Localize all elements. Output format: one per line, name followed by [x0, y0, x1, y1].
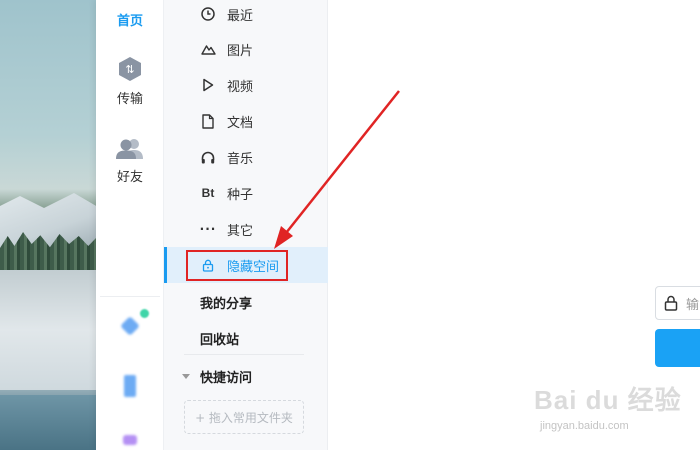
- category-others-label: 其它: [227, 223, 254, 239]
- sidebar-divider: [184, 354, 304, 355]
- password-placeholder: 输: [686, 297, 700, 313]
- category-videos[interactable]: 视频: [164, 67, 328, 103]
- nav-home[interactable]: 首页: [96, 10, 164, 29]
- app-launcher: [100, 296, 160, 450]
- nav-home-label: 首页: [116, 14, 143, 29]
- my-share-link[interactable]: 我的分享: [200, 293, 252, 312]
- nav-transfer-label: 传输: [116, 92, 143, 107]
- clock-icon: [200, 6, 216, 22]
- category-music-label: 音乐: [227, 151, 254, 167]
- nav-transfer[interactable]: ⇅ 传输: [96, 56, 164, 107]
- category-torrents[interactable]: Bt 种子: [164, 175, 328, 211]
- nav-friends-label: 好友: [116, 170, 143, 185]
- mountain-icon: [200, 41, 216, 57]
- recycle-bin-link[interactable]: 回收站: [200, 329, 239, 348]
- transfer-icon-glyph: ⇅: [125, 63, 134, 76]
- cloud-app-icon: [121, 317, 139, 335]
- category-documents-label: 文档: [227, 115, 254, 131]
- quick-access-toggle[interactable]: 快捷访问: [182, 367, 252, 386]
- category-images[interactable]: 图片: [164, 31, 328, 67]
- category-recent-label: 最近: [227, 8, 254, 24]
- headphones-icon: [200, 149, 216, 165]
- phone-app-icon: [124, 375, 136, 397]
- category-documents[interactable]: 文档: [164, 103, 328, 139]
- category-hidden-space-label: 隐藏空间: [227, 259, 280, 275]
- app-tile-video[interactable]: [100, 433, 160, 450]
- play-icon: [200, 77, 216, 93]
- desktop-wallpaper: [0, 0, 96, 450]
- category-recent[interactable]: 最近: [164, 0, 328, 32]
- primary-nav: 首页 ⇅ 传输 好友: [96, 0, 164, 450]
- app-tile-phone[interactable]: [100, 373, 160, 403]
- category-others[interactable]: ··· 其它: [164, 211, 328, 247]
- lock-icon: [200, 257, 216, 273]
- dots-icon: ···: [200, 221, 216, 237]
- app-tile-cloud[interactable]: [100, 313, 160, 343]
- bt-icon-glyph: Bt: [201, 186, 215, 200]
- video-app-icon: [123, 435, 137, 445]
- watermark-logo: Bai du 经验: [534, 385, 682, 415]
- transfer-icon: ⇅: [119, 57, 141, 81]
- nav-friends[interactable]: 好友: [96, 138, 164, 185]
- category-music[interactable]: 音乐: [164, 139, 328, 175]
- watermark: Bai du 经验 jingyan.baidu.com: [534, 374, 700, 444]
- document-icon: [200, 113, 216, 129]
- wallpaper-snowfield: [0, 270, 96, 390]
- dots-icon-glyph: ···: [199, 222, 217, 236]
- password-field[interactable]: 输: [655, 286, 700, 320]
- category-hidden-space[interactable]: 隐藏空间: [164, 247, 328, 283]
- category-torrents-label: 种子: [227, 187, 254, 203]
- bt-icon: Bt: [200, 185, 216, 201]
- wallpaper-lake: [0, 395, 96, 450]
- friends-icon: [116, 139, 143, 159]
- category-images-label: 图片: [227, 43, 254, 59]
- favorite-folder-drop-zone[interactable]: + 拖入常用文件夹: [184, 400, 304, 434]
- confirm-button[interactable]: [655, 329, 700, 367]
- quick-access-label: 快捷访问: [200, 371, 253, 386]
- lock-icon: [664, 295, 678, 311]
- watermark-url: jingyan.baidu.com: [540, 420, 629, 432]
- caret-down-icon: [182, 374, 190, 379]
- category-videos-label: 视频: [227, 79, 254, 95]
